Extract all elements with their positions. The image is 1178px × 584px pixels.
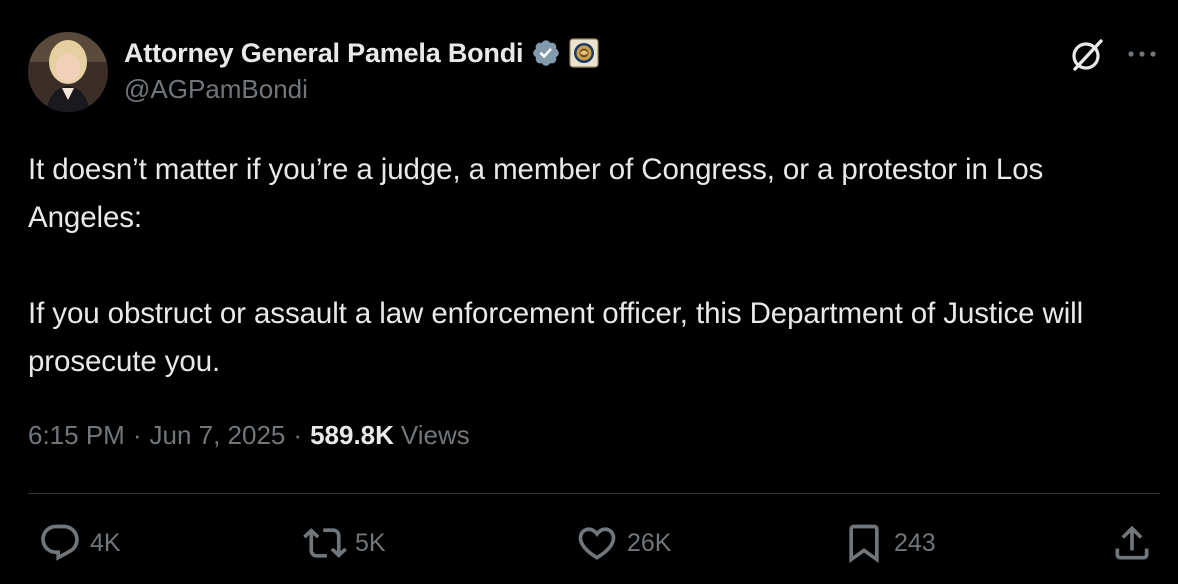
avatar[interactable] — [28, 32, 108, 112]
repost-button[interactable]: 5K — [303, 520, 386, 566]
display-name[interactable]: Attorney General Pamela Bondi — [124, 38, 524, 69]
bookmark-count: 243 — [894, 528, 936, 557]
tweet-date[interactable]: Jun 7, 2025 — [150, 420, 286, 451]
views-label[interactable]: Views — [401, 420, 470, 451]
doj-seal-icon[interactable] — [569, 38, 599, 68]
divider — [28, 493, 1160, 494]
meta-separator: · — [132, 420, 142, 450]
grok-icon[interactable] — [1068, 36, 1106, 74]
verified-check-icon[interactable] — [531, 38, 561, 68]
tweet-paragraph-2: If you obstruct or assault a law enforce… — [28, 297, 1084, 378]
meta-separator: · — [293, 420, 303, 450]
share-icon — [1115, 525, 1149, 560]
action-bar: 4K 5K 26K 243 — [0, 520, 1178, 566]
repost-icon — [303, 528, 347, 558]
bookmark-icon — [849, 524, 879, 564]
heart-icon — [578, 527, 616, 560]
reply-count: 4K — [90, 528, 121, 557]
reply-icon — [41, 524, 79, 561]
like-count: 26K — [627, 528, 672, 557]
reply-button[interactable]: 4K — [38, 520, 121, 566]
bookmark-button[interactable]: 243 — [842, 520, 936, 566]
tweet-meta: 6:15 PM · Jun 7, 2025 · 589.8K Views — [28, 420, 470, 451]
tweet-time[interactable]: 6:15 PM — [28, 420, 125, 451]
views-count[interactable]: 589.8K — [310, 420, 394, 451]
avatar-photo — [28, 32, 108, 112]
like-button[interactable]: 26K — [575, 520, 671, 566]
share-button[interactable] — [1110, 520, 1154, 566]
tweet-card: Attorney General Pamela Bondi @AGPamBond… — [0, 0, 1178, 584]
more-horizontal-icon[interactable] — [1124, 36, 1160, 72]
author-header: Attorney General Pamela Bondi @AGPamBond… — [124, 34, 599, 105]
tweet-paragraph-1: It doesn’t matter if you’re a judge, a m… — [28, 153, 1044, 234]
tweet-text: It doesn’t matter if you’re a judge, a m… — [28, 146, 1158, 386]
handle[interactable]: @AGPamBondi — [124, 74, 599, 105]
name-row: Attorney General Pamela Bondi — [124, 34, 599, 72]
repost-count: 5K — [355, 528, 386, 557]
